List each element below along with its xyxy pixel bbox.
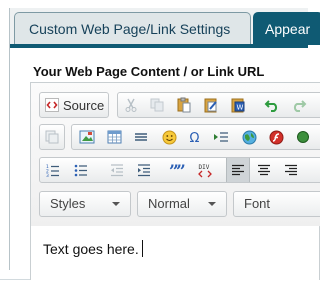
styles-dropdown[interactable]: Styles [39,191,131,217]
svg-text:DIV: DIV [199,164,210,171]
special-char-button[interactable]: Ω [184,125,206,149]
paste-text-icon [203,97,219,113]
page-break-icon [213,131,229,143]
redo-button[interactable] [288,93,310,117]
editor-content-text: Text goes here. [43,240,143,257]
outdent-button[interactable] [106,158,128,182]
undo-icon [264,98,280,112]
tab-bar: Custom Web Page/Link Settings Appear [10,8,320,48]
horizontal-rule-icon [134,131,148,143]
table-icon [107,130,122,144]
paste-icon [176,97,192,113]
iframe-button[interactable] [238,125,260,149]
scissors-icon [124,98,138,112]
table-button[interactable] [103,125,125,149]
outdent-icon [110,163,124,177]
align-center-button[interactable] [253,158,275,182]
indent-icon [137,163,151,177]
source-group: Source [39,92,109,118]
chevron-down-icon [208,202,216,206]
omega-icon: Ω [188,130,202,144]
smiley-icon [162,130,177,145]
align-left-button[interactable] [226,158,250,182]
section-label: Your Web Page Content / or Link URL [33,64,265,79]
paste-word-icon: W [230,97,246,113]
clipboard-group: W [117,92,320,118]
image-icon [79,130,95,144]
text-cursor [141,240,143,257]
page-break-button[interactable] [210,125,232,149]
flash-button[interactable] [265,125,287,149]
svg-text:3: 3 [46,173,49,177]
tab-underline [10,44,308,48]
source-button-label: Source [63,97,105,113]
anchor-button[interactable] [292,125,314,149]
svg-text:Ω: Ω [190,131,200,144]
globe-icon [242,130,257,145]
source-button[interactable]: Source [42,93,109,117]
tab-custom-web-page-link-settings[interactable]: Custom Web Page/Link Settings [14,12,251,45]
numbered-list-icon: 123 [46,163,60,177]
align-left-icon [231,164,245,176]
horizontal-rule-button[interactable] [130,125,152,149]
content-text: Text goes here. [43,241,139,257]
format-dropdown-label: Normal [148,196,190,211]
anchor-icon [296,130,310,144]
rich-text-editor: Source W Ω 1 2 3 ” ” DIV Styles Normal F… [30,82,320,280]
blockquote-button[interactable]: ”” [166,158,188,182]
cut-button[interactable] [120,93,142,117]
font-dropdown[interactable]: Font [233,191,320,217]
editor-content-area[interactable]: Text goes here. [31,226,319,280]
align-right-icon [284,164,298,176]
bulleted-list-icon [74,163,88,177]
svg-text:W: W [237,104,244,112]
align-right-button[interactable] [280,158,302,182]
flash-icon [269,130,284,145]
numbered-list-button[interactable]: 123 [42,158,64,182]
indent-button[interactable] [133,158,155,182]
templates-button[interactable] [41,125,63,149]
copy-button[interactable] [146,93,168,117]
create-div-button[interactable]: DIV [194,158,216,182]
styles-dropdown-label: Styles [50,196,86,211]
svg-text:”: ” [176,164,185,176]
copy-icon [150,98,164,112]
templates-group [39,124,65,150]
blockquote-icon: ”” [169,164,185,176]
image-button[interactable] [76,125,98,149]
paste-button[interactable] [173,93,195,117]
undo-button[interactable] [261,93,283,117]
align-center-icon [257,164,271,176]
insert-group: Ω [71,124,320,150]
redo-icon [291,98,307,112]
editor-toolbar: Source W Ω 1 2 3 ” ” DIV Styles Normal F… [31,83,320,227]
div-icon: DIV [197,162,213,178]
format-dropdown[interactable]: Normal [137,191,227,217]
bulleted-list-button[interactable] [70,158,92,182]
tab-appearance[interactable]: Appear [253,12,320,45]
font-dropdown-label: Font [244,196,271,211]
templates-icon [45,130,59,144]
smiley-button[interactable] [158,125,180,149]
paste-word-button[interactable]: W [227,93,249,117]
paragraph-group: 123 ”” DIV [39,157,320,183]
chevron-down-icon [112,202,120,206]
source-icon [45,98,59,112]
paste-text-button[interactable] [200,93,222,117]
